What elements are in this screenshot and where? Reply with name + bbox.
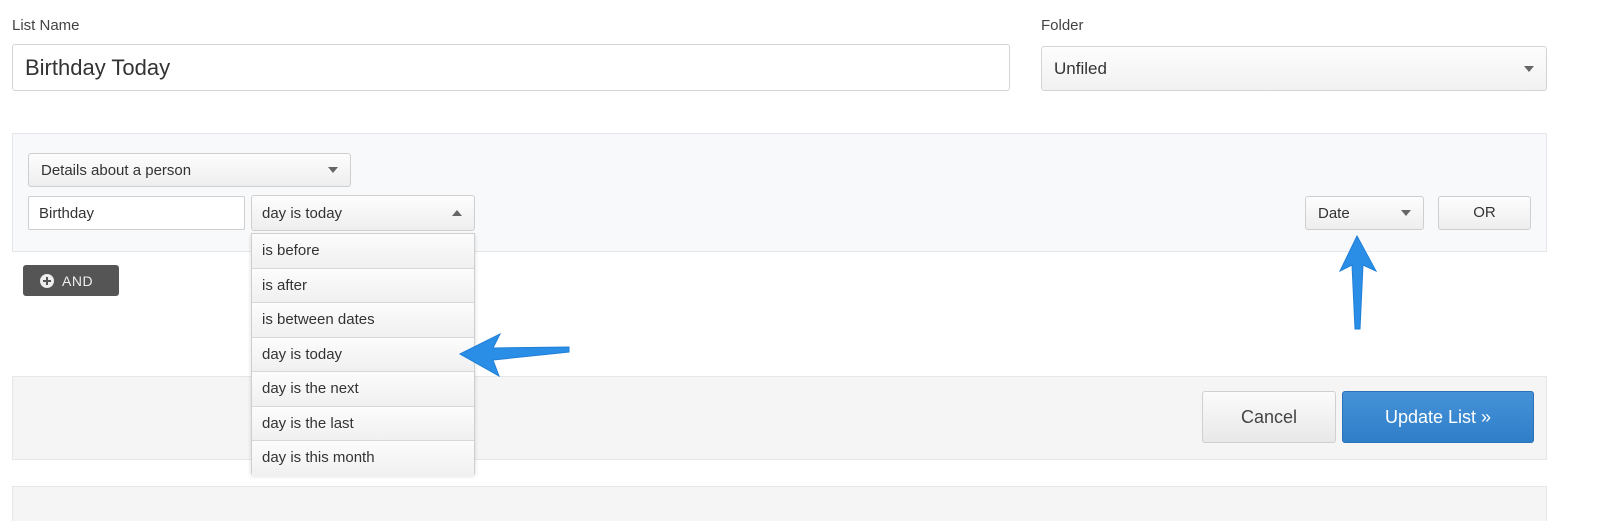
operator-option[interactable]: day is the last bbox=[252, 406, 474, 441]
type-select-value: Date bbox=[1318, 205, 1350, 222]
folder-label: Folder bbox=[1041, 17, 1084, 34]
chevron-down-icon bbox=[1401, 210, 1411, 216]
type-select[interactable]: Date bbox=[1305, 196, 1424, 230]
chevron-down-icon bbox=[328, 167, 338, 173]
add-and-button[interactable]: AND bbox=[23, 265, 119, 296]
field-input[interactable]: Birthday bbox=[28, 196, 245, 230]
operator-option[interactable]: is after bbox=[252, 268, 474, 303]
list-name-input[interactable]: Birthday Today bbox=[12, 44, 1010, 91]
operator-option[interactable]: day is this month bbox=[252, 441, 474, 476]
chevron-up-icon bbox=[452, 210, 462, 216]
update-list-button[interactable]: Update List » bbox=[1342, 391, 1534, 443]
chevron-down-icon bbox=[1524, 65, 1534, 72]
operator-select[interactable]: day is today bbox=[251, 195, 475, 231]
category-select[interactable]: Details about a person bbox=[28, 153, 351, 187]
list-name-label: List Name bbox=[12, 17, 80, 34]
or-button[interactable]: OR bbox=[1438, 196, 1531, 230]
up-arrow-annotation-icon bbox=[1338, 234, 1378, 330]
operator-select-value: day is today bbox=[262, 205, 343, 222]
field-input-value: Birthday bbox=[39, 205, 95, 222]
list-name-value: Birthday Today bbox=[25, 54, 171, 80]
cancel-button[interactable]: Cancel bbox=[1202, 391, 1336, 443]
left-arrow-annotation-icon bbox=[458, 332, 570, 378]
bottom-section bbox=[12, 486, 1547, 521]
and-button-label: AND bbox=[62, 273, 94, 289]
folder-value: Unfiled bbox=[1054, 58, 1107, 78]
operator-option[interactable]: day is the next bbox=[252, 372, 474, 407]
criteria-panel bbox=[12, 133, 1547, 252]
category-select-value: Details about a person bbox=[41, 162, 192, 179]
operator-dropdown-list: is before is after is between dates day … bbox=[251, 233, 475, 476]
operator-option[interactable]: is between dates bbox=[252, 303, 474, 338]
operator-option[interactable]: is before bbox=[252, 234, 474, 269]
folder-select[interactable]: Unfiled bbox=[1041, 46, 1547, 91]
plus-circle-icon bbox=[40, 274, 54, 288]
operator-option[interactable]: day is today bbox=[252, 337, 474, 372]
